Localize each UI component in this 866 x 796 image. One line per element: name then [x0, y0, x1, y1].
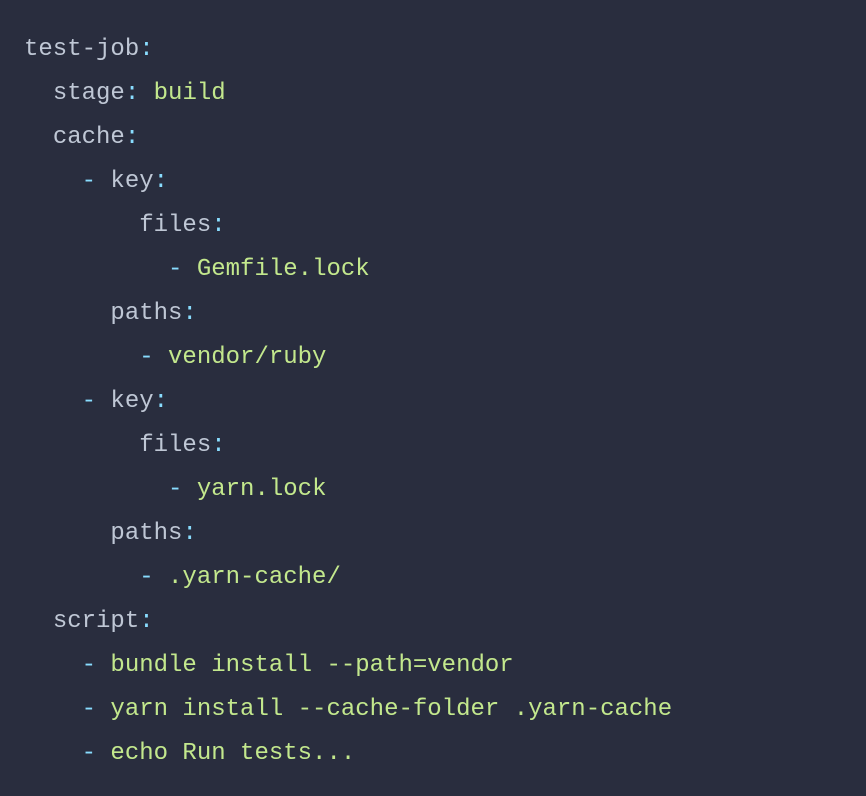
colon: : — [139, 36, 153, 63]
stage-value: build — [154, 80, 226, 107]
paths-key: paths — [110, 300, 182, 327]
path-value: vendor/ruby — [168, 344, 326, 371]
dash: - — [82, 652, 96, 679]
paths-key: paths — [110, 520, 182, 547]
colon: : — [182, 520, 196, 547]
colon: : — [182, 300, 196, 327]
script-line: echo Run tests... — [110, 740, 355, 767]
colon: : — [139, 608, 153, 635]
files-key: files — [139, 212, 211, 239]
colon: : — [211, 212, 225, 239]
dash: - — [82, 168, 96, 195]
dash: - — [82, 388, 96, 415]
dash: - — [168, 476, 182, 503]
key-key: key — [110, 168, 153, 195]
dash: - — [139, 344, 153, 371]
cache-key: cache — [53, 124, 125, 151]
script-key: script — [53, 608, 139, 635]
dash: - — [168, 256, 182, 283]
job-name-key: test-job — [24, 36, 139, 63]
colon: : — [154, 388, 168, 415]
colon: : — [125, 124, 139, 151]
file-value: Gemfile.lock — [197, 256, 370, 283]
file-value: yarn.lock — [197, 476, 327, 503]
dash: - — [82, 696, 96, 723]
path-value: .yarn-cache/ — [168, 564, 341, 591]
dash: - — [82, 740, 96, 767]
colon: : — [125, 80, 139, 107]
script-line: bundle install --path=vendor — [110, 652, 513, 679]
files-key: files — [139, 432, 211, 459]
yaml-code-block: test-job: stage: build cache: - key: fil… — [0, 0, 866, 796]
key-key: key — [110, 388, 153, 415]
colon: : — [211, 432, 225, 459]
colon: : — [154, 168, 168, 195]
dash: - — [139, 564, 153, 591]
stage-key: stage — [53, 80, 125, 107]
script-line: yarn install --cache-folder .yarn-cache — [110, 696, 672, 723]
